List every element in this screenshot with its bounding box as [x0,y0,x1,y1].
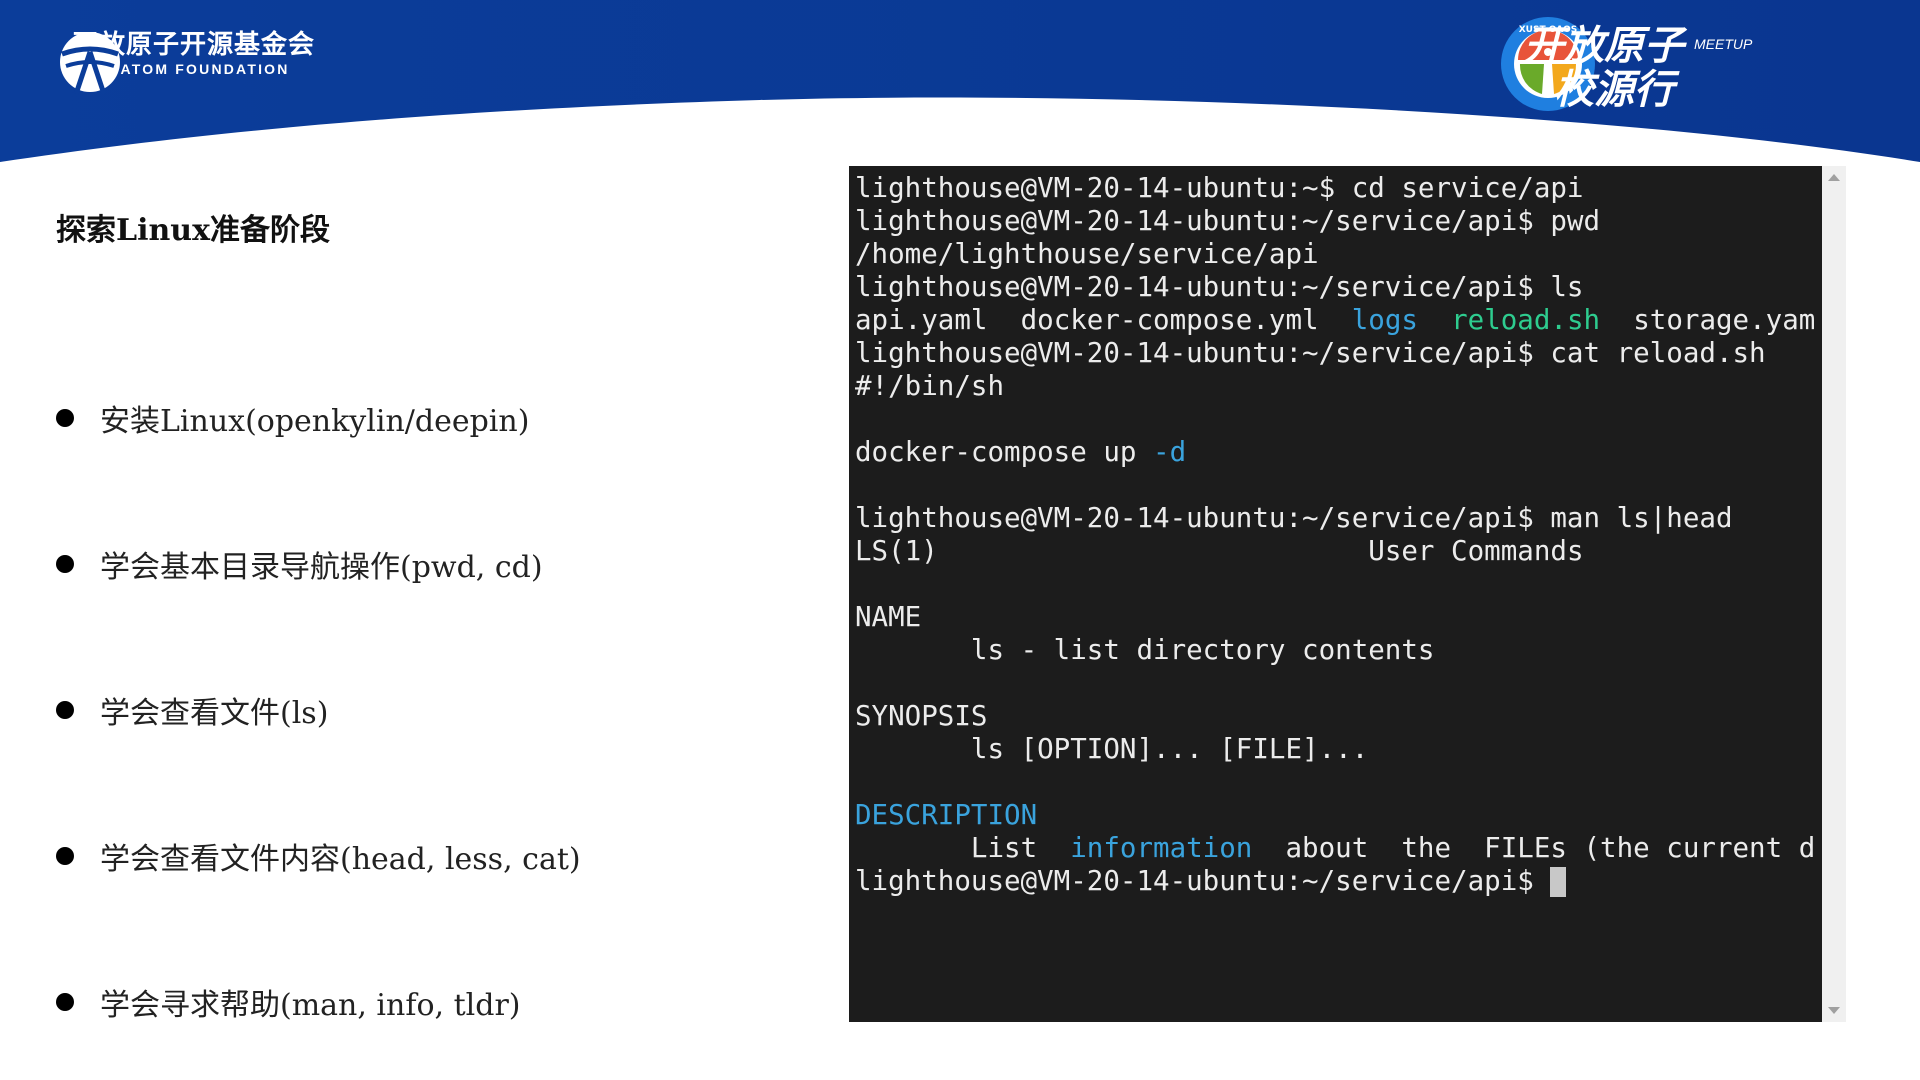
man-header-center: User Commands [1368,535,1584,567]
ls-file: docker-compose.yml [1020,304,1319,336]
man-line: ls - list directory contents [855,634,1435,666]
man-line: List [855,832,1071,864]
openatom-mark-icon [60,32,120,94]
command: cd service/api [1351,172,1584,204]
bullet-list: 安装Linux(openkylin/deepin) 学会基本目录导航操作(pwd… [56,345,581,1075]
bullet-text: 学会查看文件(ls) [100,696,329,731]
bullet-item: 学会寻求帮助(man, info, tldr) [56,929,581,1075]
prompt: lighthouse@VM-20-14-ubuntu:~/service/api… [855,205,1551,237]
file-line: docker-compose up [855,436,1154,468]
man-header-left: LS(1) [855,535,938,567]
prompt: lighthouse@VM-20-14-ubuntu:~/service/api… [855,502,1551,534]
man-section-description: DESCRIPTION [855,799,1038,831]
prompt: lighthouse@VM-20-14-ubuntu:~/service/api… [855,865,1551,897]
ls-directory: logs [1351,304,1418,336]
meetup-title-line1: 开放原子 [1524,23,1684,69]
terminal-cursor[interactable] [1550,867,1567,897]
slide-content: 探索Linux准备阶段 安装Linux(openkylin/deepin) 学会… [56,205,816,1023]
man-section-synopsis: SYNOPSIS [855,700,988,732]
compose-flag: -d [1153,436,1187,468]
bullet-dot-icon [56,847,74,865]
command: pwd [1550,205,1601,237]
bullet-item: 学会查看文件内容(head, less, cat) [56,783,581,929]
ls-file: api.yaml [855,304,988,336]
bullet-text: 学会寻求帮助(man, info, tldr) [100,988,521,1023]
ls-executable: reload.sh [1451,304,1601,336]
man-highlight: information [1070,832,1253,864]
man-line: about the FILEs (the current d [1252,832,1816,864]
terminal-output: lighthouse@VM-20-14-ubuntu:~$ cd service… [849,166,1822,904]
terminal-window[interactable]: lighthouse@VM-20-14-ubuntu:~$ cd service… [849,166,1822,1022]
openatom-logo: 开放原子开源基金会 OPENATOM FOUNDATION [58,30,315,94]
scroll-down-arrow-icon[interactable] [1828,1007,1840,1014]
command: cat reload.sh [1550,337,1766,369]
bullet-item: 学会基本目录导航操作(pwd, cd) [56,491,581,637]
bullet-dot-icon [56,409,74,427]
bullet-text: 学会基本目录导航操作(pwd, cd) [100,550,543,585]
man-line: ls [OPTION]... [FILE]... [855,733,1369,765]
ls-file: storage.yam [1633,304,1816,336]
bullet-item: 学会查看文件(ls) [56,637,581,783]
terminal-scrollbar[interactable] [1822,166,1846,1022]
prompt: lighthouse@VM-20-14-ubuntu:~/service/api… [855,337,1551,369]
prompt: lighthouse@VM-20-14-ubuntu:~$ [855,172,1352,204]
bullet-text: 安装Linux(openkylin/deepin) [100,404,530,439]
command: ls [1550,271,1584,303]
bullet-item: 安装Linux(openkylin/deepin) [56,345,581,491]
scroll-up-arrow-icon[interactable] [1828,174,1840,181]
bullet-dot-icon [56,993,74,1011]
slide-title: 探索Linux准备阶段 [56,213,330,248]
bullet-dot-icon [56,555,74,573]
prompt: lighthouse@VM-20-14-ubuntu:~/service/api… [855,271,1551,303]
bullet-text: 学会查看文件内容(head, less, cat) [100,842,581,877]
slide-header: 开放原子开源基金会 OPENATOM FOUNDATION XUST OAOS … [0,0,1920,180]
meetup-tag: MEETUP [1694,36,1753,52]
meetup-logo: XUST OAOS 开放原子 校源行 MEETUP [1500,16,1752,113]
bullet-dot-icon [56,701,74,719]
meetup-title-line2: 校源行 [1554,67,1674,113]
file-line: #!/bin/sh [855,370,1005,402]
pwd-output: /home/lighthouse/service/api [855,238,1319,270]
man-section-name: NAME [855,601,922,633]
command: man ls|head [1550,502,1733,534]
